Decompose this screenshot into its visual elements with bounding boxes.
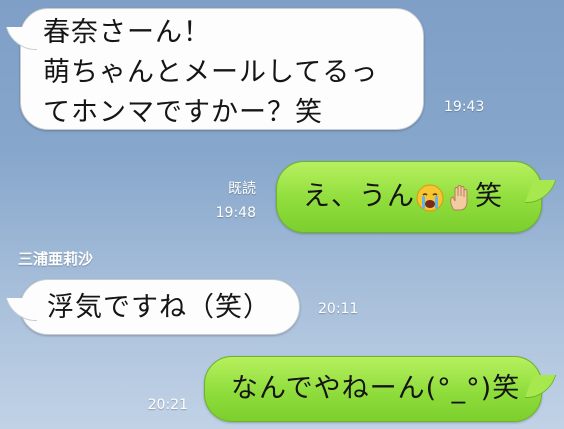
message-text: なんでやねーん(°_°)笑 (231, 373, 521, 404)
message-line: 萌ちゃんとメールしてるっ (43, 57, 379, 88)
message-timestamp: 20:21 (147, 397, 188, 413)
crying-face-icon (415, 183, 445, 213)
read-receipt: 既読 (228, 181, 256, 197)
sender-name: 三浦亜莉沙 (18, 250, 94, 268)
message-bubble-incoming[interactable]: 春奈さーん！ 萌ちゃんとメールしてるっ てホンマですかー？笑 (5, 8, 424, 130)
message-timestamp: 20:11 (318, 301, 359, 317)
message-text: 笑 (475, 181, 503, 212)
raised-hand-icon (445, 183, 475, 213)
chat-thread[interactable]: 春奈さーん！ 萌ちゃんとメールしてるっ てホンマですかー？笑 19:43 既読 … (0, 0, 564, 429)
message-timestamp: 19:48 (215, 205, 256, 221)
bubble-tail (524, 375, 557, 398)
bubble-tail (524, 180, 557, 203)
bubble-tail (5, 298, 38, 321)
message-line: てホンマですかー？笑 (43, 97, 323, 128)
bubble-tail (5, 27, 38, 50)
message-bubble-outgoing[interactable]: なんでやねーん(°_°)笑 (204, 356, 557, 422)
message-bubble-incoming[interactable]: 浮気ですね（笑） (5, 279, 300, 335)
message-line: 春奈さーん！ (43, 17, 211, 48)
message-text: え、うん (303, 181, 415, 212)
message-text: 浮気ですね（笑） (47, 292, 271, 323)
message-timestamp: 19:43 (444, 99, 485, 115)
message-bubble-outgoing[interactable]: え、うん 笑 (276, 161, 557, 233)
